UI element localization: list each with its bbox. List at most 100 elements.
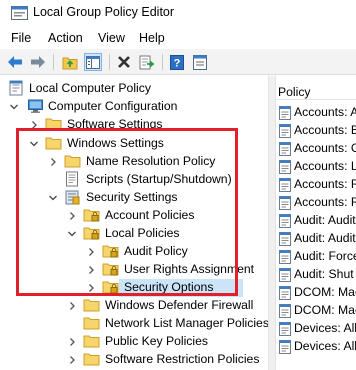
tree-item-account-policies[interactable]: Account Policies — [0, 207, 268, 225]
policy-list-item[interactable]: Audit: Shut — [276, 266, 356, 284]
tree-item-scripts[interactable]: Scripts (Startup/Shutdown) — [0, 171, 268, 189]
tree-pane: Local Computer Policy Computer Configura… — [0, 76, 268, 370]
folder-icon — [64, 155, 81, 168]
policy-setting-icon — [278, 196, 292, 210]
policy-setting-icon — [278, 322, 292, 336]
up-folder-icon — [62, 57, 77, 69]
forward-icon — [31, 56, 45, 68]
policy-setting-icon — [278, 142, 292, 156]
policy-list-item[interactable]: Devices: All — [276, 320, 356, 338]
chevron-right-icon[interactable] — [67, 336, 77, 348]
policy-list-item[interactable]: Audit: Audit — [276, 212, 356, 230]
policy-list-item-label: Audit: Audit — [294, 213, 356, 227]
tree-item-security-options[interactable]: Security Options — [0, 279, 268, 297]
tree-item-network-list-manager[interactable]: Network List Manager Policies — [0, 315, 268, 333]
chevron-right-icon[interactable] — [86, 282, 96, 294]
policy-setting-icon — [278, 340, 292, 354]
policy-setting-icon — [278, 232, 292, 246]
policy-list-item[interactable]: Audit: Audit — [276, 230, 356, 248]
menu-view[interactable]: View — [98, 31, 125, 45]
menu-bar: File Action View Help — [0, 27, 356, 49]
menu-file[interactable]: File — [11, 31, 31, 45]
export-list-icon — [139, 55, 155, 69]
delete-button[interactable] — [115, 53, 133, 71]
tree-item-local-policies[interactable]: Local Policies — [0, 225, 268, 243]
chevron-down-icon[interactable] — [48, 192, 58, 204]
tree-label: Windows Settings — [67, 136, 164, 150]
policy-list-pane: Policy Accounts: A Accounts: B Accounts: G… — [276, 76, 356, 370]
folder-icon — [83, 353, 100, 366]
policy-list-item[interactable]: Accounts: R — [276, 176, 356, 194]
toolbar-separator — [53, 54, 54, 70]
policy-list-item-label: Accounts: B — [294, 123, 356, 137]
policy-setting-icon — [278, 304, 292, 318]
policy-setting-icon — [278, 178, 292, 192]
chevron-right-icon[interactable] — [48, 156, 58, 168]
policy-list-item[interactable]: Devices: All — [276, 338, 356, 356]
pane-splitter[interactable] — [268, 76, 276, 370]
chevron-down-icon[interactable] — [29, 138, 39, 150]
chevron-right-icon[interactable] — [67, 354, 77, 366]
chevron-down-icon[interactable] — [67, 228, 77, 240]
policy-list-item-label: DCOM: Mac — [294, 285, 356, 299]
tree-item-user-rights-assignment[interactable]: User Rights Assignment — [0, 261, 268, 279]
chevron-down-icon[interactable] — [9, 101, 19, 113]
policy-list-item[interactable]: Accounts: L — [276, 158, 356, 176]
chevron-right-icon[interactable] — [86, 246, 96, 258]
properties-icon — [193, 54, 207, 70]
delete-icon — [118, 56, 130, 68]
chevron-right-icon[interactable] — [67, 210, 77, 222]
tree-label: Public Key Policies — [105, 334, 208, 348]
toolbar: ? — [0, 49, 356, 75]
tree-label: Name Resolution Policy — [86, 154, 216, 168]
tree-label: Network List Manager Policies — [105, 316, 268, 330]
policy-setting-icon — [278, 124, 292, 138]
properties-button[interactable] — [191, 53, 209, 71]
script-document-icon — [66, 171, 78, 187]
chevron-right-icon[interactable] — [67, 300, 77, 312]
column-header-policy[interactable]: Policy — [276, 76, 356, 100]
tree-item-software-settings[interactable]: Software Settings — [0, 116, 268, 134]
tree-item-computer-configuration[interactable]: Computer Configuration — [0, 98, 268, 116]
chevron-right-icon[interactable] — [29, 119, 39, 131]
tree-item-audit-policy[interactable]: Audit Policy — [0, 243, 268, 261]
toolbar-separator — [109, 54, 110, 70]
tree-label: Account Policies — [105, 208, 195, 222]
tree-item-software-restriction[interactable]: Software Restriction Policies — [0, 351, 268, 369]
policy-list-item[interactable]: Accounts: A — [276, 104, 356, 122]
help-button[interactable]: ? — [168, 53, 186, 71]
show-hide-tree-button[interactable] — [84, 53, 102, 71]
policy-list-item[interactable]: DCOM: Mac — [276, 302, 356, 320]
policy-setting-icon — [278, 214, 292, 228]
export-list-button[interactable] — [138, 53, 156, 71]
help-icon: ? — [170, 54, 184, 70]
policy-list-item-label: Accounts: G — [294, 141, 356, 155]
policy-list-item[interactable]: Accounts: B — [276, 122, 356, 140]
policy-list-item[interactable]: Accounts: R — [276, 194, 356, 212]
tree-item-security-settings[interactable]: Security Settings — [0, 189, 268, 207]
title-bar: Local Group Policy Editor — [0, 0, 356, 26]
tree-item-windows-settings[interactable]: Windows Settings — [0, 135, 268, 153]
tree-label: Scripts (Startup/Shutdown) — [86, 172, 232, 186]
up-folder-button[interactable] — [61, 53, 79, 71]
policy-list-item-label: Accounts: R — [294, 195, 356, 209]
tree-item-name-resolution-policy[interactable]: Name Resolution Policy — [0, 153, 268, 171]
tree-item-local-computer-policy[interactable]: Local Computer Policy — [0, 80, 268, 98]
policy-list-item[interactable]: Audit: Force — [276, 248, 356, 266]
policy-list-item[interactable]: Accounts: G — [276, 140, 356, 158]
menu-help[interactable]: Help — [139, 31, 165, 45]
group-policy-app-icon — [11, 6, 28, 20]
policy-setting-icon — [278, 268, 292, 282]
tree-item-windows-defender-firewall[interactable]: Windows Defender Firewall — [0, 297, 268, 315]
menu-action[interactable]: Action — [48, 31, 83, 45]
tree-item-public-key-policies[interactable]: Public Key Policies — [0, 333, 268, 351]
back-button[interactable] — [6, 53, 24, 71]
policy-list-item-label: Accounts: A — [294, 105, 356, 119]
policy-setting-icon — [278, 106, 292, 120]
chevron-right-icon[interactable] — [86, 264, 96, 276]
policy-list-item-label: Audit: Force — [294, 249, 356, 263]
forward-button[interactable] — [29, 53, 47, 71]
policy-list-item-label: Audit: Audit — [294, 231, 356, 245]
policy-list-item[interactable]: DCOM: Mac — [276, 284, 356, 302]
policy-list-item-label: Accounts: L — [294, 159, 356, 173]
